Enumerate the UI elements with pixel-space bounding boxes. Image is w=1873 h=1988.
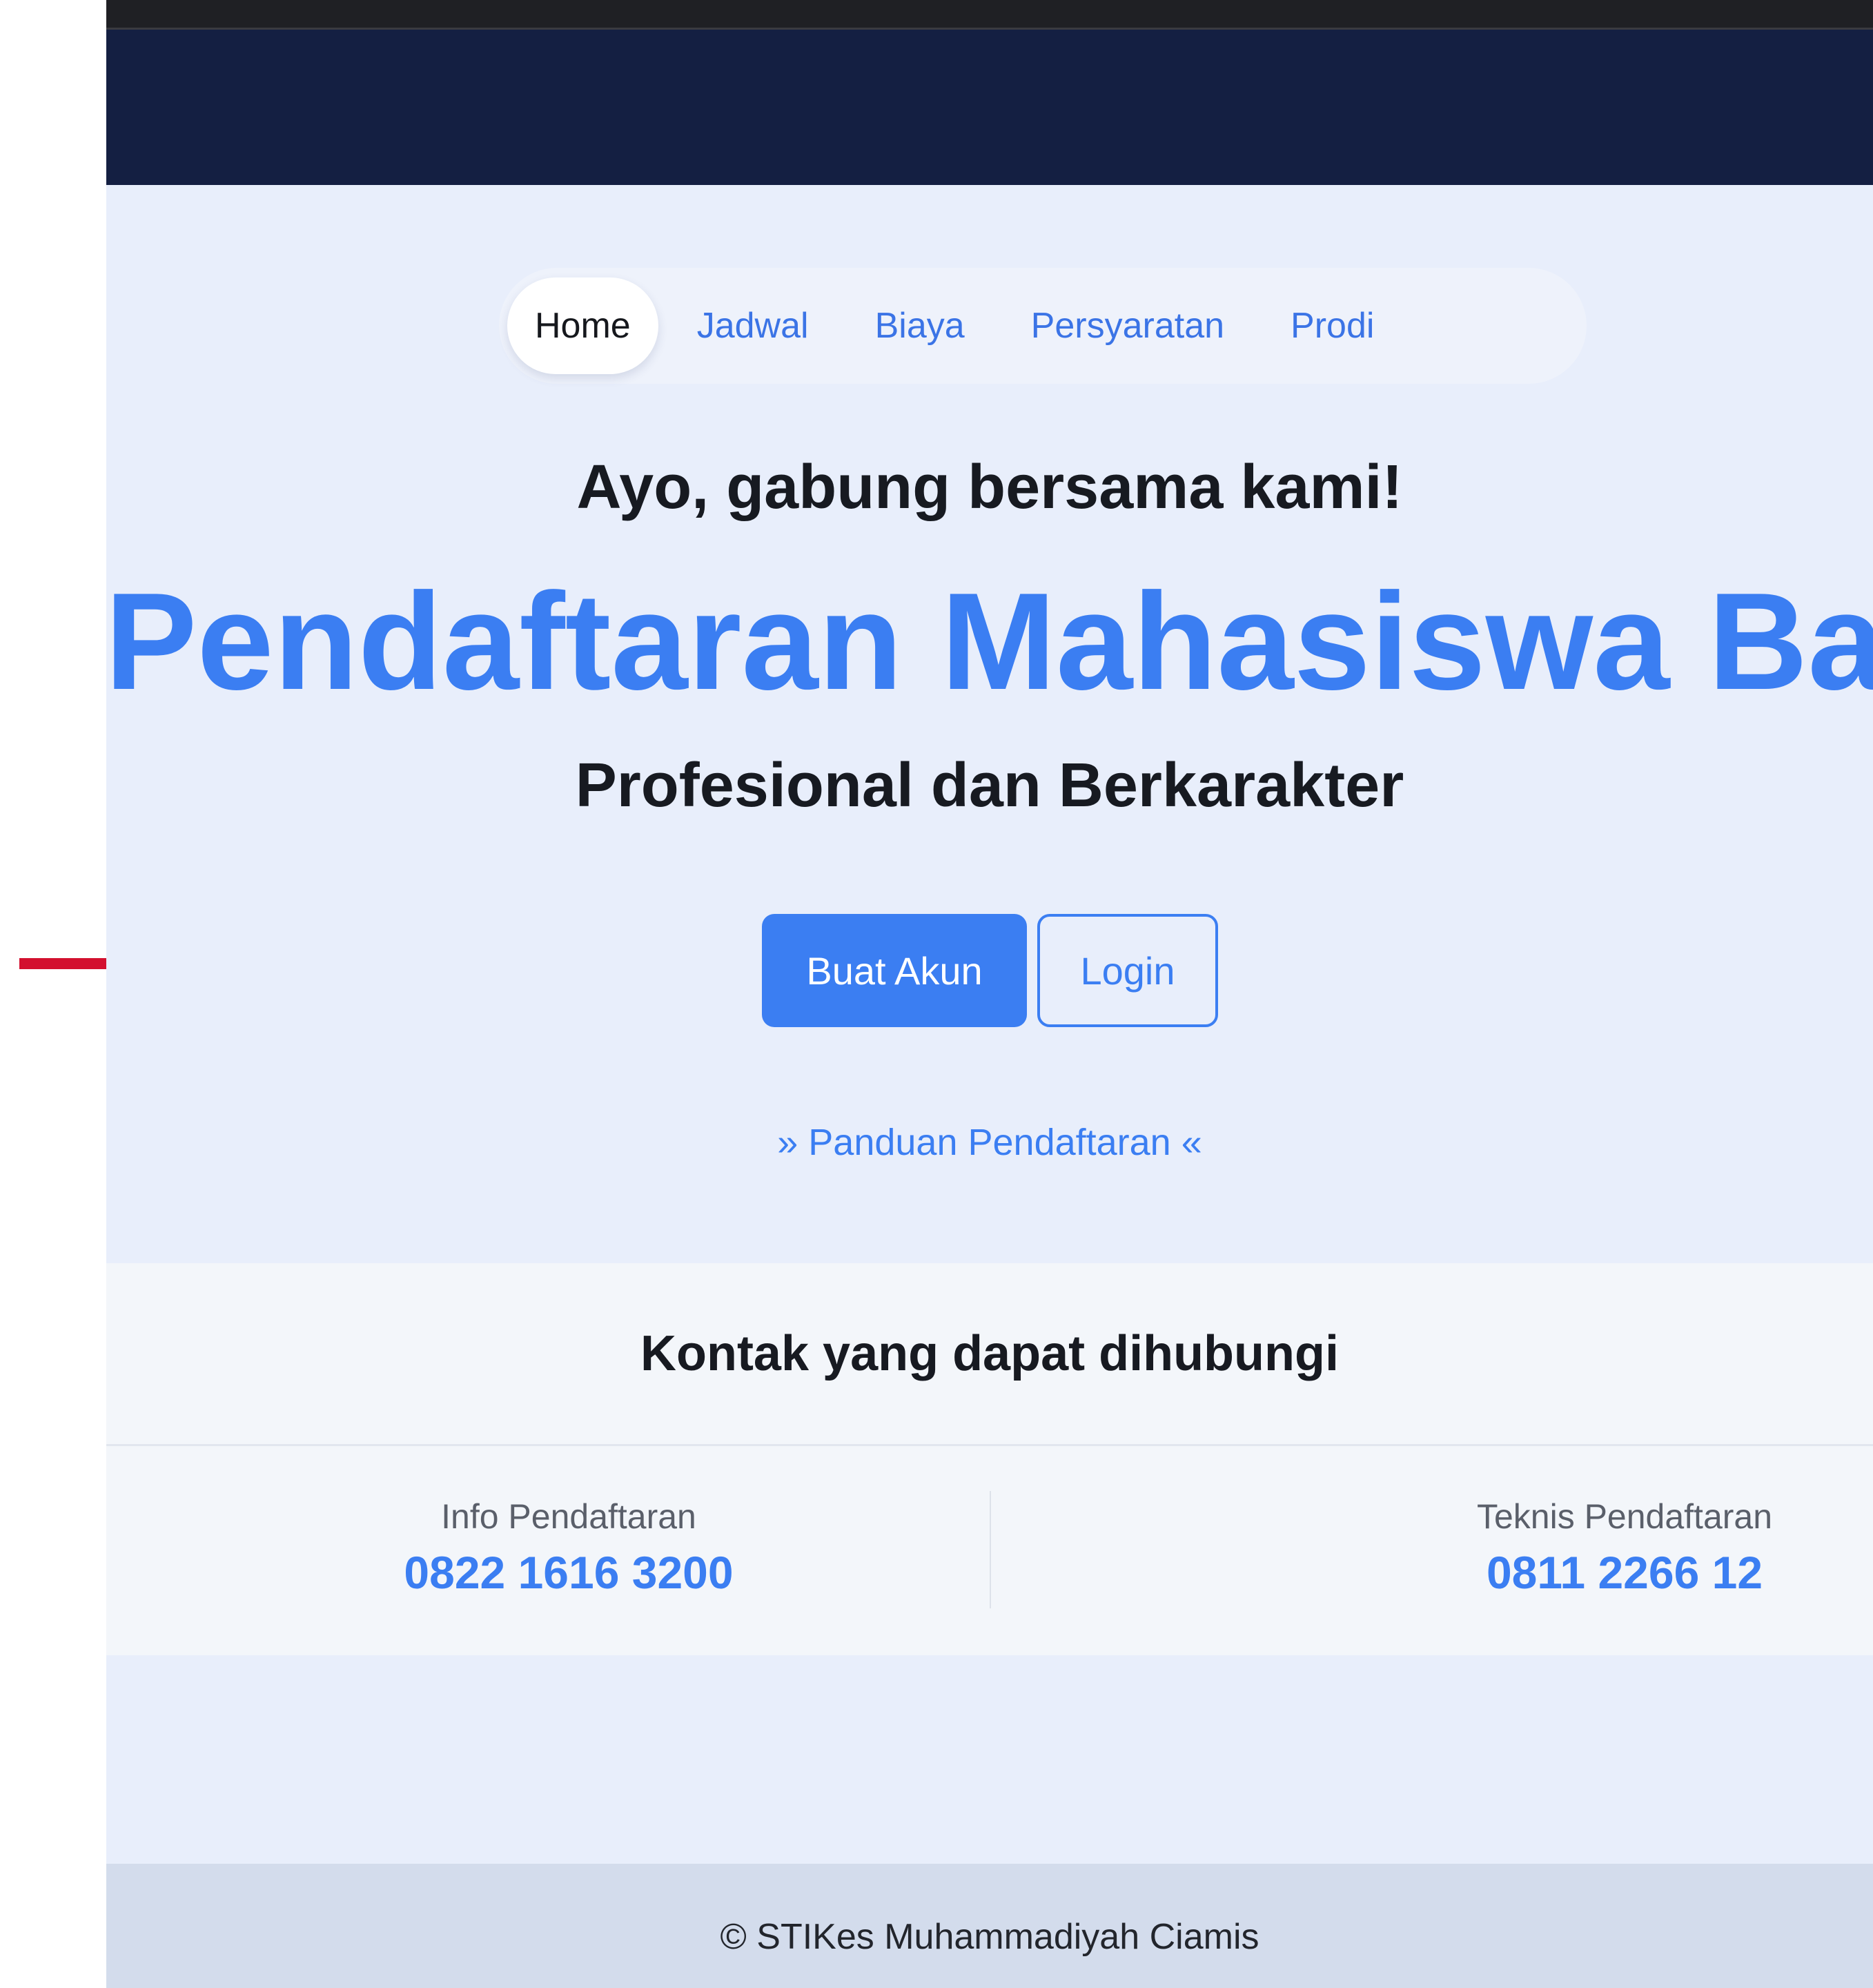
browser-top-bar (106, 0, 1873, 30)
contact-technical: Teknis Pendaftaran 0811 2266 12 (1245, 1497, 1873, 1599)
site-header (106, 30, 1873, 185)
contact-divider-line (106, 1444, 1873, 1446)
contact-section: Kontak yang dapat dihubungi Info Pendaft… (106, 1263, 1873, 1655)
nav-item-jadwal[interactable]: Jadwal (669, 277, 836, 374)
hero-subtitle: Profesional dan Berkarakter (575, 751, 1404, 820)
login-button[interactable]: Login (1037, 914, 1218, 1027)
contact-info-number[interactable]: 0822 1616 3200 (189, 1546, 948, 1599)
nav-item-biaya[interactable]: Biaya (847, 277, 992, 374)
web-page: Home Jadwal Biaya Persyaratan Prodi Ayo,… (106, 0, 1873, 1988)
hero-headline: Ayo, gabung bersama kami! (576, 453, 1403, 522)
site-footer: © STIKes Muhammadiyah Ciamis (106, 1864, 1873, 1988)
nav-item-prodi[interactable]: Prodi (1263, 277, 1402, 374)
footer-copyright: © STIKes Muhammadiyah Ciamis (720, 1917, 1259, 1957)
hero-title: Pendaftaran Mahasiswa Baru (106, 565, 1873, 719)
contact-info-label: Info Pendaftaran (441, 1497, 696, 1536)
contact-column-divider (990, 1491, 991, 1608)
contact-technical-label: Teknis Pendaftaran (1476, 1497, 1773, 1536)
contact-info: Info Pendaftaran 0822 1616 3200 (189, 1497, 948, 1599)
create-account-button[interactable]: Buat Akun (762, 914, 1027, 1027)
nav-item-home[interactable]: Home (507, 277, 658, 374)
nav-item-persyaratan[interactable]: Persyaratan (1003, 277, 1252, 374)
contact-technical-number[interactable]: 0811 2266 12 (1245, 1546, 1873, 1599)
contact-heading: Kontak yang dapat dihubungi (640, 1326, 1339, 1381)
registration-guide-link[interactable]: » Panduan Pendaftaran « (106, 1121, 1873, 1164)
main-nav: Home Jadwal Biaya Persyaratan Prodi (499, 268, 1587, 384)
